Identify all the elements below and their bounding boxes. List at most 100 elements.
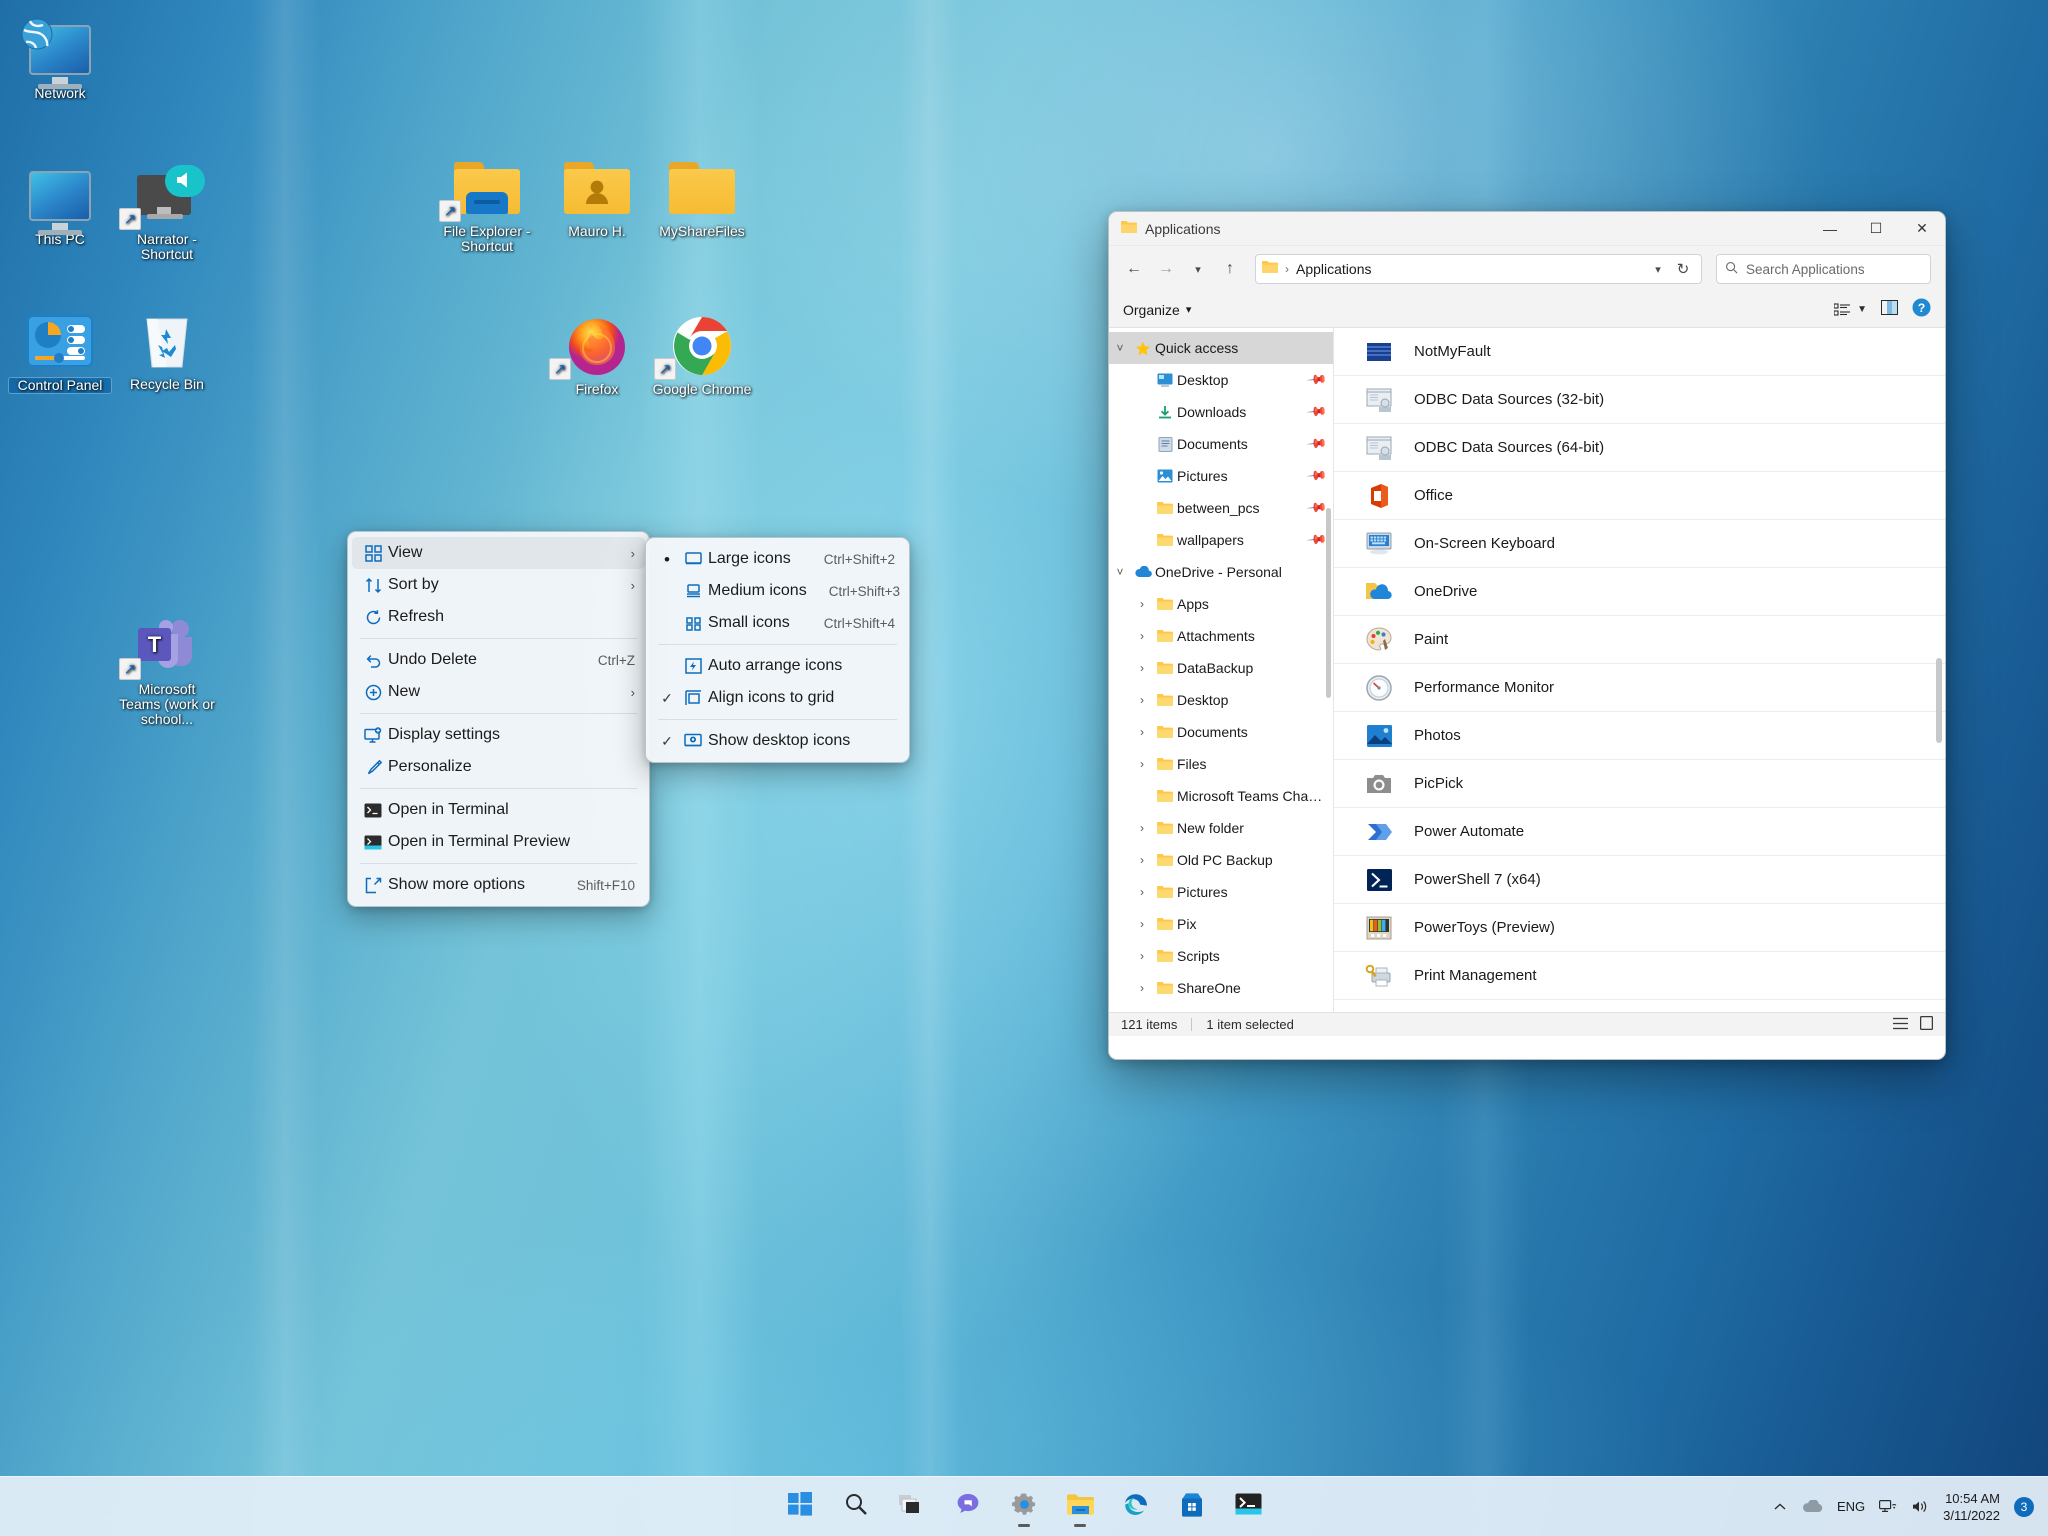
start-button[interactable]: [779, 1486, 821, 1528]
clock[interactable]: 10:54 AM 3/11/2022: [1943, 1490, 2000, 1524]
preview-pane-button[interactable]: [1881, 300, 1898, 319]
file-list-item[interactable]: NotMyFault: [1334, 328, 1945, 376]
desktop-icon-narrator-shortcut[interactable]: ↗ Narrator - Shortcut: [115, 160, 219, 262]
up-button[interactable]: ↑: [1215, 254, 1245, 284]
desktop-icon-this-pc[interactable]: This PC: [8, 160, 112, 247]
edge-button[interactable]: [1115, 1486, 1157, 1528]
desktop-icon-file-explorer-shortcut[interactable]: ↗ File Explorer - Shortcut: [435, 152, 539, 254]
chevron-right-icon[interactable]: ›: [1131, 757, 1153, 771]
nav-item-new-folder[interactable]: › New folder: [1109, 812, 1333, 844]
settings-button[interactable]: [1003, 1486, 1045, 1528]
breadcrumb[interactable]: Applications: [1296, 261, 1372, 277]
file-list-item[interactable]: Performance Monitor: [1334, 664, 1945, 712]
file-list-item[interactable]: ODBC Data Sources (64-bit): [1334, 424, 1945, 472]
forward-button[interactable]: →: [1151, 254, 1181, 284]
nav-item-pictures[interactable]: Pictures 📌: [1109, 460, 1333, 492]
nav-item-documents[interactable]: Documents 📌: [1109, 428, 1333, 460]
chevron-right-icon[interactable]: ›: [1131, 821, 1153, 835]
pin-icon[interactable]: 📌: [1306, 433, 1328, 456]
chevron-right-icon[interactable]: ›: [1131, 693, 1153, 707]
view-options-button[interactable]: ▼: [1834, 302, 1867, 317]
chevron-right-icon[interactable]: ›: [1131, 661, 1153, 675]
chevron-right-icon[interactable]: ›: [1131, 885, 1153, 899]
nav-item-onedrive-personal[interactable]: ˅ OneDrive - Personal: [1109, 556, 1333, 588]
large-icons-view-button[interactable]: [1919, 1015, 1934, 1033]
refresh-icon[interactable]: ↻: [1671, 258, 1695, 280]
chevron-down-icon[interactable]: ▾: [1647, 258, 1669, 280]
pin-icon[interactable]: 📌: [1306, 401, 1328, 424]
chevron-down-icon[interactable]: ˅: [1109, 341, 1131, 355]
language-indicator[interactable]: ENG: [1837, 1499, 1865, 1514]
minimize-button[interactable]: —: [1807, 212, 1853, 246]
store-button[interactable]: [1171, 1486, 1213, 1528]
nav-item-downloads[interactable]: Downloads 📌: [1109, 396, 1333, 428]
window-titlebar[interactable]: Applications — ☐ ✕: [1109, 212, 1945, 246]
desktop-icon-firefox[interactable]: ↗ Firefox: [545, 310, 649, 397]
notification-badge[interactable]: 3: [2014, 1496, 2034, 1517]
help-button[interactable]: ?: [1912, 298, 1931, 321]
context-menu-item-open-in-terminal-preview[interactable]: Open in Terminal Preview: [352, 826, 645, 858]
search-input[interactable]: Search Applications: [1746, 262, 1865, 277]
nav-item-quick-access[interactable]: ˅ Quick access: [1109, 332, 1333, 364]
file-list-scrollbar[interactable]: [1936, 658, 1942, 743]
navigation-pane[interactable]: ˅ Quick access Desktop 📌 Downloads 📌 Doc…: [1109, 328, 1334, 1012]
terminal-button[interactable]: [1227, 1486, 1269, 1528]
back-button[interactable]: ←: [1119, 254, 1149, 284]
file-explorer-window[interactable]: Applications — ☐ ✕ ← → ▾ ↑ › Application…: [1108, 211, 1946, 1060]
file-list-item[interactable]: ODBC Data Sources (32-bit): [1334, 376, 1945, 424]
chevron-right-icon[interactable]: ›: [1131, 725, 1153, 739]
desktop-icon-network[interactable]: Network: [8, 14, 112, 101]
onedrive-tray-icon[interactable]: [1801, 1499, 1823, 1514]
desktop-context-menu[interactable]: View › Sort by › Refresh Undo Delete Ctrl+Z New…: [347, 531, 650, 907]
nav-item-apps[interactable]: › Apps: [1109, 588, 1333, 620]
nav-item-files[interactable]: › Files: [1109, 748, 1333, 780]
nav-item-databackup[interactable]: › DataBackup: [1109, 652, 1333, 684]
organize-button[interactable]: Organize ▾: [1123, 302, 1191, 318]
view-submenu-item-auto-arrange-icons[interactable]: Auto arrange icons: [650, 650, 905, 682]
file-list-item[interactable]: OneDrive: [1334, 568, 1945, 616]
file-list-item[interactable]: PicPick: [1334, 760, 1945, 808]
chevron-right-icon[interactable]: ›: [1131, 629, 1153, 643]
desktop-icon-google-chrome[interactable]: ↗ Google Chrome: [650, 310, 754, 397]
file-list-item[interactable]: Print Management: [1334, 952, 1945, 1000]
chevron-right-icon[interactable]: ›: [1131, 981, 1153, 995]
task-view-button[interactable]: [891, 1486, 933, 1528]
file-list-item[interactable]: Office: [1334, 472, 1945, 520]
file-list-item[interactable]: Photos: [1334, 712, 1945, 760]
search-box[interactable]: Search Applications: [1716, 254, 1931, 284]
file-list-item[interactable]: Paint: [1334, 616, 1945, 664]
desktop-icon-microsoft-teams-work-or-school[interactable]: T ↗ Microsoft Teams (work or school...: [115, 610, 219, 727]
context-menu-item-view[interactable]: View ›: [352, 537, 645, 569]
nav-item-old-pc-backup[interactable]: › Old PC Backup: [1109, 844, 1333, 876]
file-list-item[interactable]: Power Automate: [1334, 808, 1945, 856]
search-button[interactable]: [835, 1486, 877, 1528]
file-explorer-button[interactable]: [1059, 1486, 1101, 1528]
context-menu-item-display-settings[interactable]: Display settings: [352, 719, 645, 751]
context-menu-item-personalize[interactable]: Personalize: [352, 751, 645, 783]
nav-item-windows-terminal-settings[interactable]: › Windows Terminal Settings: [1109, 1004, 1333, 1012]
context-menu-item-open-in-terminal[interactable]: Open in Terminal: [352, 794, 645, 826]
context-menu-item-show-more-options[interactable]: Show more options Shift+F10: [352, 869, 645, 901]
nav-item-scripts[interactable]: › Scripts: [1109, 940, 1333, 972]
nav-item-pictures[interactable]: › Pictures: [1109, 876, 1333, 908]
recent-locations-button[interactable]: ▾: [1183, 254, 1213, 284]
view-submenu-item-large-icons[interactable]: • Large icons Ctrl+Shift+2: [650, 543, 905, 575]
view-submenu[interactable]: • Large icons Ctrl+Shift+2 Medium icons Ctrl…: [645, 537, 910, 763]
nav-item-attachments[interactable]: › Attachments: [1109, 620, 1333, 652]
view-submenu-item-medium-icons[interactable]: Medium icons Ctrl+Shift+3: [650, 575, 905, 607]
pin-icon[interactable]: 📌: [1306, 529, 1328, 552]
view-submenu-item-align-icons-to-grid[interactable]: ✓ Align icons to grid: [650, 682, 905, 714]
chevron-right-icon[interactable]: ›: [1131, 853, 1153, 867]
address-bar[interactable]: › Applications ▾ ↻: [1255, 254, 1702, 284]
desktop-icon-recycle-bin[interactable]: Recycle Bin: [115, 305, 219, 392]
chevron-right-icon[interactable]: ›: [1131, 597, 1153, 611]
nav-item-desktop[interactable]: Desktop 📌: [1109, 364, 1333, 396]
desktop-icon-mysharefiles[interactable]: MyShareFiles: [650, 152, 754, 239]
nav-item-between-pcs[interactable]: between_pcs 📌: [1109, 492, 1333, 524]
pin-icon[interactable]: 📌: [1306, 465, 1328, 488]
close-button[interactable]: ✕: [1899, 212, 1945, 246]
nav-item-documents[interactable]: › Documents: [1109, 716, 1333, 748]
file-list-item[interactable]: PowerShell 7 (x64): [1334, 856, 1945, 904]
file-list-pane[interactable]: NotMyFault ODBC Data Sources (32-bit) ODBC…: [1334, 328, 1945, 1012]
navigation-scrollbar[interactable]: [1326, 508, 1331, 698]
